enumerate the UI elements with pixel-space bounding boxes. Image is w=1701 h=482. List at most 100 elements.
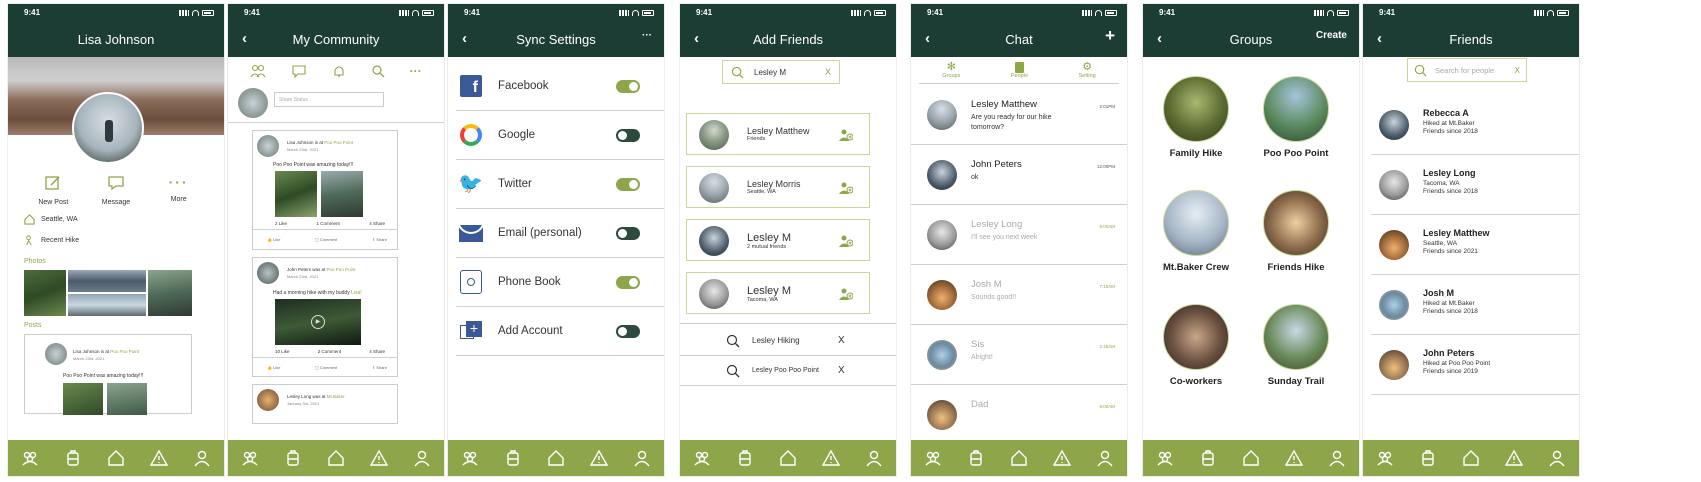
add-friend-icon[interactable] [839,128,854,141]
back-button[interactable]: ‹ [1377,30,1382,47]
group-card[interactable]: Family Hike [1151,76,1241,186]
clear-search-button[interactable]: X [1515,66,1520,75]
back-button[interactable]: ‹ [462,30,467,47]
new-post-button[interactable]: New Post [28,174,78,206]
group-card[interactable]: Friends Hike [1251,190,1341,300]
alert-icon[interactable] [590,449,609,467]
home-icon[interactable] [779,449,797,467]
chat-row[interactable]: John Peters ok 12:00PM [911,145,1127,205]
profile-icon[interactable] [865,449,883,467]
recent-hike-row[interactable]: Recent Hike [24,235,79,246]
alert-icon[interactable] [370,449,389,467]
comment-button[interactable]: ▢ Comment [315,365,337,370]
remove-recent-button[interactable]: X [838,365,845,376]
post-photo[interactable] [107,383,147,415]
community-icon[interactable] [924,449,942,467]
back-button[interactable]: ‹ [925,30,930,47]
profile-icon[interactable] [193,449,211,467]
backpack-icon[interactable] [284,449,302,467]
chat-icon[interactable] [291,64,307,78]
photo-thumb[interactable] [148,270,192,316]
clear-search-button[interactable]: X [825,67,831,77]
alert-icon[interactable] [1053,449,1072,467]
friend-row[interactable]: John Peters Hiked at Poo Poo Point Friends… [1371,336,1579,395]
share-status-input[interactable]: Share Status [274,92,384,107]
backpack-icon[interactable] [1419,449,1437,467]
friend-row[interactable]: Lesley Matthew Seattle, WA Friends since 2… [1371,216,1579,275]
search-result-card[interactable]: Lesley M2 mutual friends [686,219,870,261]
more-button[interactable]: ··· More [154,174,204,206]
profile-icon[interactable] [633,449,651,467]
sync-toggle[interactable] [616,177,640,191]
more-icon[interactable]: ··· [410,64,422,78]
profile-icon[interactable] [1096,449,1114,467]
group-card[interactable]: Co-workers [1151,304,1241,414]
post-photo[interactable] [63,383,103,415]
add-friend-icon[interactable] [839,234,854,247]
group-card[interactable]: Sunday Trail [1251,304,1341,414]
chat-row[interactable]: Sis Alright! 2:45AM [911,325,1127,385]
post-photo[interactable] [275,171,317,217]
tab-setting[interactable]: ⚙ Setting [1079,61,1096,79]
search-input[interactable]: Lesley M [754,68,815,77]
people-icon[interactable] [250,64,266,78]
friend-row[interactable]: Josh M Hiked at Mt.Baker Friends since 201… [1371,276,1579,335]
alert-icon[interactable] [1505,449,1524,467]
sync-toggle[interactable] [616,275,640,289]
community-icon[interactable] [461,449,479,467]
remove-recent-button[interactable]: X [838,335,845,346]
chat-row[interactable]: Dad 9:00AM [911,385,1127,445]
profile-icon[interactable] [1548,449,1566,467]
photo-thumb[interactable] [68,294,146,316]
backpack-icon[interactable] [64,449,82,467]
backpack-icon[interactable] [967,449,985,467]
community-icon[interactable] [1376,449,1394,467]
home-icon[interactable] [547,449,565,467]
friend-row[interactable]: Rebecca A Hiked at Mt.Baker Friends since … [1371,96,1579,155]
place-link[interactable]: Poo Poo Point [324,140,353,145]
like-button[interactable]: 👍 Like [267,365,280,370]
more-button[interactable]: ··· [642,30,652,41]
recent-search-row[interactable]: Lesley Hiking X [680,326,896,356]
search-result-card[interactable]: Lesley M Tacoma, WA [686,272,870,314]
avatar[interactable] [72,92,144,164]
add-friend-icon[interactable] [839,287,854,300]
new-chat-button[interactable]: + [1105,26,1115,46]
tab-groups[interactable]: ✻ Groups [942,61,960,79]
play-icon[interactable]: ▶ [311,315,325,329]
share-button[interactable]: ⇪ Share [372,237,387,242]
photo-thumb[interactable] [68,270,146,292]
search-bar[interactable]: Search for people X [1407,58,1527,82]
profile-icon[interactable] [413,449,431,467]
search-result-card[interactable]: Lesley Morris Seattle, WA [686,166,870,208]
bell-icon[interactable] [332,64,346,78]
alert-icon[interactable] [1285,449,1304,467]
alert-icon[interactable] [822,449,841,467]
recent-search-row[interactable]: Lesley Poo Poo Point X [680,356,896,386]
place-link[interactable]: Mt.Baker [327,394,345,399]
community-icon[interactable] [693,449,711,467]
sync-toggle[interactable] [616,79,640,93]
backpack-icon[interactable] [1199,449,1217,467]
search-icon[interactable] [371,64,385,78]
alert-icon[interactable] [150,449,169,467]
profile-icon[interactable] [1328,449,1346,467]
community-icon[interactable] [1156,449,1174,467]
friend-row[interactable]: Lesley Long Tacoma, WA Friends since 2018 [1371,156,1579,215]
home-icon[interactable] [1462,449,1480,467]
post-video[interactable]: ▶ [275,299,361,345]
tag-link[interactable]: Lisa! [351,290,362,296]
sync-toggle[interactable] [616,226,640,240]
search-input[interactable]: Search for people [1435,66,1507,75]
backpack-icon[interactable] [736,449,754,467]
home-icon[interactable] [1010,449,1028,467]
group-card[interactable]: Mt.Baker Crew [1151,190,1241,300]
place-link[interactable]: Poo Poo Point [327,267,356,272]
like-button[interactable]: 👍 Like [267,237,280,242]
create-group-button[interactable]: Create [1316,30,1347,41]
comment-button[interactable]: ▢ Comment [315,237,337,242]
place-link[interactable]: Poo Poo Point [110,349,139,354]
chat-row[interactable]: Josh M Sounds good!! 7:15AM [911,265,1127,325]
home-icon[interactable] [327,449,345,467]
group-card[interactable]: Poo Poo Point [1251,76,1341,186]
